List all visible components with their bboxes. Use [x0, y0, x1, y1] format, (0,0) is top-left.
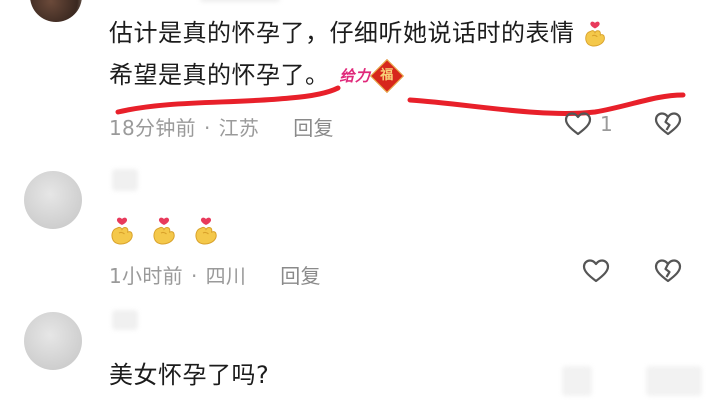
username-blurred — [112, 310, 138, 330]
reply-button[interactable]: 回复 — [280, 264, 321, 288]
love-hand-emoji-icon — [193, 216, 219, 246]
red-underline-scribble — [115, 85, 686, 116]
comment-text: 美女怀孕了吗? — [109, 354, 269, 396]
comment-item: 美女怀孕了吗? — [0, 300, 719, 408]
comment-time: 18分钟前 — [109, 116, 196, 140]
meta-separator: · — [190, 264, 198, 288]
username-blurred — [112, 169, 138, 191]
like-count: 1 — [600, 112, 613, 136]
broken-heart-icon[interactable] — [654, 110, 682, 138]
broken-heart-icon[interactable] — [654, 257, 682, 285]
love-hand-emoji-icon — [109, 216, 135, 246]
comment-meta: 18分钟前 · 江苏 回复 — [109, 112, 334, 141]
reply-button[interactable]: 回复 — [293, 116, 334, 140]
avatar[interactable] — [24, 312, 82, 370]
comment-meta: 1小时前 · 四川 回复 — [109, 260, 321, 289]
obscured-area — [646, 366, 702, 396]
comment-location: 江苏 — [218, 116, 260, 140]
obscured-area — [562, 366, 592, 396]
heart-outline-icon[interactable] — [564, 110, 592, 138]
love-hand-emoji-icon — [151, 216, 177, 246]
comment-time: 1小时前 — [109, 264, 183, 288]
comment-emoji-row — [109, 209, 219, 251]
comment-item: 1小时前 · 四川 回复 — [0, 165, 719, 300]
avatar[interactable] — [24, 171, 82, 229]
comment-line-1: 美女怀孕了吗? — [109, 361, 270, 389]
heart-outline-icon[interactable] — [582, 257, 610, 285]
comment-item: 估计是真的怀孕了，仔细听她说话时的表情 希望是真的怀孕了。 给力福 18分钟前 · 江… — [0, 0, 719, 165]
meta-separator: · — [203, 116, 211, 140]
comment-location: 四川 — [205, 264, 247, 288]
